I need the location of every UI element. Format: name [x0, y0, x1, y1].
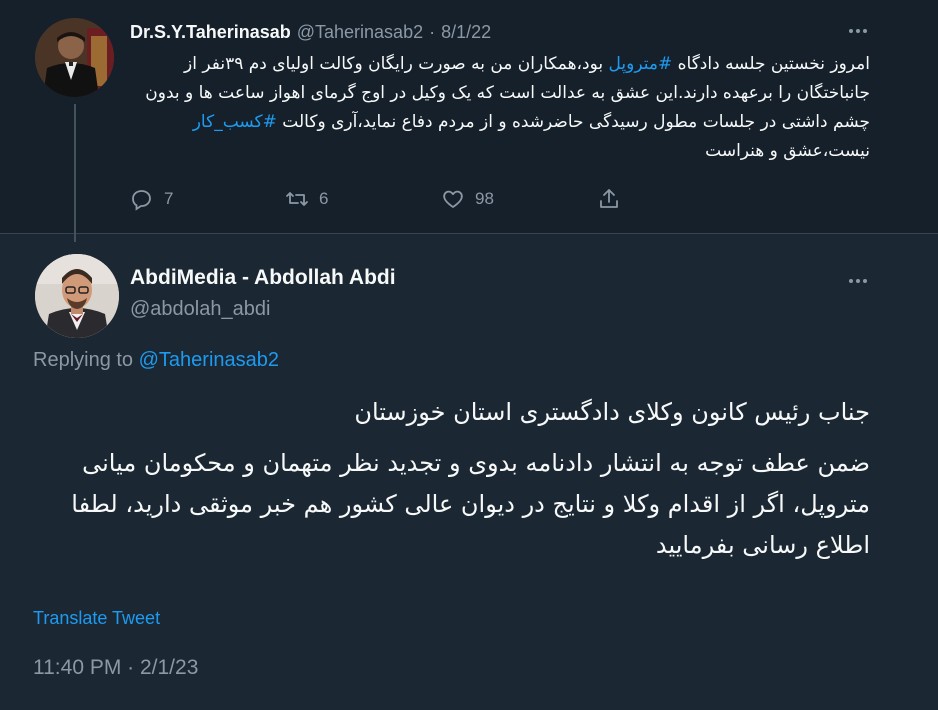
- author-avatar[interactable]: [35, 254, 119, 338]
- parent-action-bar: 7 6 98: [130, 184, 621, 214]
- main-tweet-text: جناب رئیس کانون وکلای دادگستری استان خوز…: [34, 392, 870, 566]
- replying-to-handle-link[interactable]: @Taherinasab2: [139, 349, 279, 371]
- retweet-action[interactable]: 6: [285, 187, 441, 211]
- tweet-paragraph: ضمن عطف توجه به انتشار دادنامه بدوی و تج…: [71, 449, 870, 559]
- tweet-timestamp[interactable]: 11:40 PM · 2/1/23: [33, 656, 198, 680]
- retweet-icon: [286, 192, 308, 206]
- tweet-paragraph: جناب رئیس کانون وکلای دادگستری استان خوز…: [354, 398, 870, 426]
- reply-icon: [132, 190, 151, 211]
- parent-tweet-text: امروز نخستین جلسه دادگاه #متروپل بود،همک…: [130, 50, 870, 166]
- parent-more-icon[interactable]: [849, 29, 867, 33]
- reply-count: 7: [164, 189, 174, 208]
- hashtag-link[interactable]: #کسب_کار: [193, 112, 277, 132]
- parent-avatar-image: [35, 18, 114, 97]
- header-separator: ·: [429, 21, 436, 42]
- share-icon: [600, 189, 618, 208]
- retweet-count: 6: [319, 189, 329, 208]
- like-icon: [443, 190, 463, 208]
- author-handle[interactable]: @abdolah_abdi: [130, 298, 396, 321]
- author-header: AbdiMedia - Abdollah Abdi @abdolah_abdi: [130, 266, 396, 321]
- replying-to-line: Replying to @Taherinasab2: [33, 349, 279, 372]
- parent-display-name[interactable]: Dr.S.Y.Taherinasab: [130, 22, 291, 43]
- parent-tweet-header: Dr.S.Y.Taherinasab @Taherinasab2 · 8/1/2…: [130, 20, 491, 44]
- main-more-icon[interactable]: [849, 279, 867, 283]
- share-action[interactable]: [597, 187, 621, 211]
- replying-to-prefix: Replying to: [33, 349, 139, 371]
- parent-date[interactable]: 8/1/22: [441, 22, 491, 43]
- like-count: 98: [475, 189, 494, 208]
- translate-tweet-link[interactable]: Translate Tweet: [33, 608, 160, 629]
- text-segment: نیست،عشق و هنراست: [705, 141, 870, 161]
- parent-handle[interactable]: @Taherinasab2: [297, 22, 423, 43]
- hashtag-link[interactable]: #متروپل: [609, 54, 673, 74]
- reply-action[interactable]: 7: [130, 187, 285, 211]
- thread-connector-line: [74, 104, 76, 242]
- author-display-name[interactable]: AbdiMedia - Abdollah Abdi: [130, 266, 396, 290]
- author-avatar-image: [35, 254, 119, 338]
- parent-avatar[interactable]: [35, 18, 114, 97]
- text-segment: امروز نخستین جلسه دادگاه: [672, 54, 870, 74]
- like-action[interactable]: 98: [441, 187, 597, 211]
